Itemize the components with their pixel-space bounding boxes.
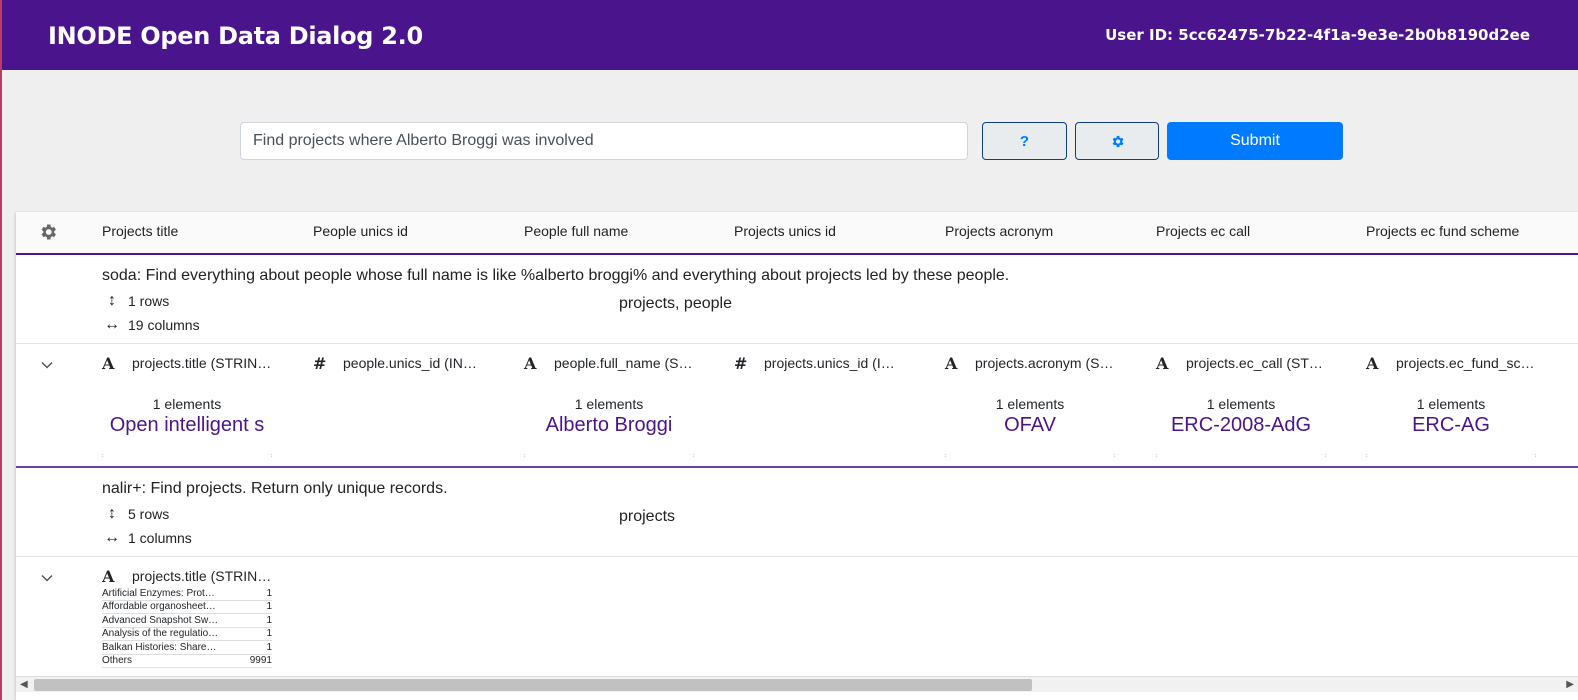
row-count-label: 5 rows bbox=[128, 506, 170, 522]
frequency-table: Artificial Enzymes: Prot… 1 Affordable or… bbox=[102, 587, 272, 668]
element-count: 1 elements bbox=[574, 396, 644, 412]
column-name: people.full_name (S… bbox=[554, 355, 693, 371]
frequency-row: Analysis of the regulatio… 1 bbox=[102, 628, 272, 641]
column-divider bbox=[945, 454, 1115, 457]
column-value: Open intelligent s bbox=[109, 414, 265, 436]
string-type-icon: A bbox=[524, 354, 537, 373]
frequency-row: Advanced Snapshot Sw… 1 bbox=[102, 614, 272, 628]
number-type-icon: # bbox=[313, 354, 327, 373]
chevron-down-icon[interactable] bbox=[40, 571, 54, 585]
query-tables: projects, people bbox=[619, 295, 732, 312]
row-count-label: 1 rows bbox=[128, 293, 170, 309]
gear-icon[interactable] bbox=[38, 222, 58, 242]
element-count: 1 elements bbox=[152, 396, 222, 412]
string-type-icon: A bbox=[1366, 354, 1379, 373]
query-description: soda: Find everything about people whose… bbox=[102, 267, 1010, 284]
column-value: ERC-2008-AdG bbox=[1170, 414, 1312, 436]
element-count: 1 elements bbox=[995, 396, 1065, 412]
column-count: ↔ 1 columns bbox=[102, 529, 192, 547]
horizontal-arrows-icon: ↔ bbox=[104, 316, 120, 333]
query-description: nalir+: Find projects. Return only uniqu… bbox=[102, 480, 448, 497]
column-divider bbox=[524, 454, 694, 457]
frequency-row: Balkan Histories: Share… 1 bbox=[102, 641, 272, 655]
frequency-row: Affordable organosheet… 1 bbox=[102, 601, 272, 614]
scroll-right-icon[interactable]: ▶ bbox=[1566, 679, 1574, 690]
vertical-arrows-icon: ↕ bbox=[108, 292, 116, 309]
help-label: ? bbox=[1019, 132, 1030, 150]
column-header[interactable]: Projects title bbox=[102, 223, 178, 239]
column-name: projects.acronym (S… bbox=[975, 355, 1114, 371]
column-summary[interactable]: A projects.title (STRIN… bbox=[102, 567, 272, 587]
column-value: OFAV bbox=[1004, 414, 1056, 436]
column-header[interactable]: Projects unics id bbox=[734, 223, 836, 239]
query-columns: A projects.title (STRIN… 1 elements Open… bbox=[16, 344, 1578, 466]
query-columns: A projects.title (STRIN… Artificial Enzy… bbox=[16, 557, 1578, 677]
column-divider bbox=[1156, 454, 1326, 457]
frequency-row: Others 9991 bbox=[102, 655, 272, 668]
number-type-icon: # bbox=[734, 354, 748, 373]
query-tables: projects bbox=[619, 508, 676, 525]
app-header: INODE Open Data Dialog 2.0 User ID: 5cc6… bbox=[0, 0, 1578, 70]
chevron-down-icon[interactable] bbox=[40, 358, 54, 372]
column-header[interactable]: People full name bbox=[524, 223, 628, 239]
column-divider bbox=[1366, 454, 1536, 457]
string-type-icon: A bbox=[102, 354, 115, 373]
horizontal-arrows-icon: ↔ bbox=[104, 529, 120, 546]
column-header[interactable]: Projects acronym bbox=[945, 223, 1053, 239]
column-value: Alberto Broggi bbox=[545, 414, 673, 436]
column-name: projects.ec_call (ST… bbox=[1186, 355, 1323, 371]
element-count: 1 elements bbox=[1416, 396, 1486, 412]
app-title: INODE Open Data Dialog 2.0 bbox=[48, 22, 423, 50]
row-count: ↕ 5 rows bbox=[102, 505, 169, 523]
results-panel: Projects title People unics id People fu… bbox=[16, 212, 1578, 700]
settings-button[interactable] bbox=[1075, 122, 1159, 160]
column-name: projects.unics_id (IN… bbox=[764, 355, 904, 371]
row-count: ↕ 1 rows bbox=[102, 292, 169, 310]
column-header[interactable]: Projects ec fund scheme bbox=[1366, 223, 1519, 239]
column-value: ERC-AG bbox=[1412, 414, 1490, 436]
scroll-left-icon[interactable]: ◀ bbox=[20, 679, 28, 690]
scrollbar-thumb[interactable] bbox=[34, 679, 1032, 691]
submit-button[interactable]: Submit bbox=[1167, 122, 1343, 160]
string-type-icon: A bbox=[102, 567, 115, 586]
user-id: User ID: 5cc62475-7b22-4f1a-9e3e-2b0b819… bbox=[1105, 26, 1530, 44]
string-type-icon: A bbox=[1156, 354, 1169, 373]
search-input[interactable] bbox=[240, 122, 968, 160]
help-button[interactable]: ? bbox=[982, 122, 1067, 160]
column-divider bbox=[102, 454, 272, 457]
gear-icon bbox=[1112, 135, 1123, 147]
column-count-label: 1 columns bbox=[128, 530, 192, 546]
column-count-label: 19 columns bbox=[128, 317, 200, 333]
column-name: projects.title (STRIN… bbox=[132, 355, 272, 371]
frequency-row: Artificial Enzymes: Prot… 1 bbox=[102, 587, 272, 601]
results-header: Projects title People unics id People fu… bbox=[16, 212, 1578, 255]
window-edge bbox=[0, 0, 2, 700]
column-name: projects.ec_fund_sc… bbox=[1396, 355, 1535, 371]
element-count: 1 elements bbox=[1206, 396, 1276, 412]
vertical-arrows-icon: ↕ bbox=[108, 505, 116, 522]
column-header[interactable]: Projects ec call bbox=[1156, 223, 1250, 239]
horizontal-scrollbar[interactable]: ◀ ▶ bbox=[16, 676, 1578, 692]
column-name: people.unics_id (INT… bbox=[343, 355, 483, 371]
string-type-icon: A bbox=[945, 354, 958, 373]
column-header[interactable]: People unics id bbox=[313, 223, 408, 239]
column-count: ↔ 19 columns bbox=[102, 316, 200, 334]
divider bbox=[16, 466, 1578, 468]
column-name: projects.title (STRIN… bbox=[132, 568, 272, 584]
